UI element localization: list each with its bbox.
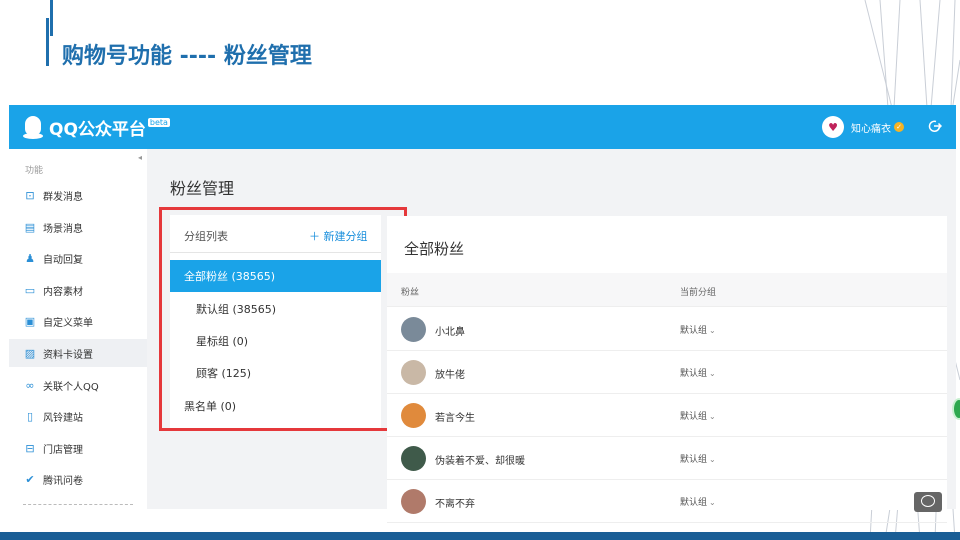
site-builder-icon: ▯	[26, 409, 34, 423]
verified-badge-icon: ✓	[894, 122, 904, 132]
sidebar-item-scene-message[interactable]: ▤ 场景消息	[9, 213, 147, 241]
sidebar-item-label: 腾讯问卷	[43, 475, 83, 487]
table-row[interactable]: 不离不弃 默认组 ⌄	[387, 480, 947, 523]
fan-avatar[interactable]	[401, 446, 426, 471]
sidebar-item-link-qq[interactable]: ∞ 关联个人QQ	[9, 371, 147, 399]
scene-message-icon: ▤	[24, 220, 36, 234]
fan-avatar[interactable]	[401, 360, 426, 385]
highlight-box	[159, 207, 407, 431]
sidebar-item-site-builder[interactable]: ▯ 风铃建站	[9, 402, 147, 430]
sidebar-item-label: 自动回复	[43, 254, 83, 266]
sidebar-item-custom-menu[interactable]: ▣ 自定义菜单	[9, 307, 147, 335]
sidebar-item-profile-card[interactable]: ▨ 资料卡设置	[9, 339, 147, 367]
sidebar-item-survey[interactable]: ✔ 腾讯问卷	[9, 465, 147, 493]
fan-name: 小北鼻	[435, 327, 465, 338]
store-icon: ⊟	[25, 441, 35, 455]
sidebar-item-label: 关联个人QQ	[43, 381, 99, 393]
sidebar-item-label: 门店管理	[43, 444, 83, 456]
chat-bubble-icon	[921, 495, 935, 507]
beta-badge: beta	[147, 118, 170, 127]
chevron-down-icon: ⌄	[709, 412, 716, 421]
fan-group-dropdown[interactable]: 默认组 ⌄	[680, 495, 716, 508]
account-name: 知心痛衣	[851, 123, 891, 135]
slide-title: 购物号功能 ---- 粉丝管理	[62, 44, 312, 69]
link-qq-icon: ∞	[25, 378, 35, 392]
account-avatar[interactable]: ♥	[822, 116, 844, 138]
chevron-down-icon: ⌄	[709, 369, 716, 378]
sidebar-item-label: 风铃建站	[43, 412, 83, 424]
brand-logo[interactable]: QQ公众平台 beta	[23, 115, 170, 140]
sidebar-divider	[23, 504, 133, 505]
logout-icon[interactable]	[928, 119, 942, 133]
fan-name: 不离不弃	[435, 499, 475, 510]
content-material-icon: ▭	[24, 283, 36, 297]
slide-bottom-band	[0, 532, 960, 540]
slide-accent-bar-secondary	[46, 18, 49, 66]
sidebar-item-label: 资料卡设置	[43, 349, 93, 361]
column-header-group: 当前分组	[680, 288, 717, 298]
account-menu[interactable]: ♥ 知心痛衣 ✓	[822, 116, 904, 138]
chat-support-button[interactable]	[914, 492, 942, 512]
fan-avatar[interactable]	[401, 489, 426, 514]
fan-group-value: 默认组	[680, 498, 708, 508]
sidebar-section-title: 功能	[25, 166, 44, 176]
sidebar-item-store[interactable]: ⊟ 门店管理	[9, 434, 147, 462]
profile-card-icon: ▨	[24, 346, 36, 360]
fans-list-panel: 全部粉丝 粉丝 当前分组 小北鼻 默认组 ⌄ 放牛佬 默认组 ⌄ 若言今生 默认组 ⌄…	[387, 216, 947, 523]
floating-green-widget[interactable]	[952, 398, 960, 420]
qq-penguin-icon	[23, 115, 43, 140]
slide-accent-bar	[50, 0, 53, 36]
auto-reply-icon: ♟	[25, 251, 35, 265]
sidebar-item-label: 内容素材	[43, 286, 83, 298]
page-title: 粉丝管理	[170, 179, 235, 198]
chevron-down-icon: ⌄	[709, 326, 716, 335]
fan-group-value: 默认组	[680, 412, 708, 422]
table-row[interactable]: 若言今生 默认组 ⌄	[387, 394, 947, 437]
survey-icon: ✔	[25, 472, 35, 486]
sidebar: ◂ 功能 ⊡ 群发消息 ▤ 场景消息 ♟ 自动回复 ▭ 内容素材 ▣ 自定义菜单…	[9, 149, 147, 509]
chevron-down-icon: ⌄	[709, 455, 716, 464]
chevron-down-icon: ⌄	[709, 498, 716, 507]
top-bar: QQ公众平台 beta ♥ 知心痛衣 ✓	[9, 105, 956, 149]
sidebar-item-content-material[interactable]: ▭ 内容素材	[9, 276, 147, 304]
fan-group-value: 默认组	[680, 455, 708, 465]
sidebar-item-label: 自定义菜单	[43, 317, 93, 329]
sidebar-item-auto-reply[interactable]: ♟ 自动回复	[9, 244, 147, 272]
brand-name: QQ公众平台	[49, 120, 146, 140]
column-header-fan: 粉丝	[401, 288, 420, 298]
table-row[interactable]: 放牛佬 默认组 ⌄	[387, 351, 947, 394]
fan-group-dropdown[interactable]: 默认组 ⌄	[680, 366, 716, 379]
fan-name: 放牛佬	[435, 370, 465, 381]
fan-avatar[interactable]	[401, 317, 426, 342]
collapse-sidebar-icon[interactable]: ◂	[138, 153, 147, 163]
fan-group-dropdown[interactable]: 默认组 ⌄	[680, 452, 716, 465]
fan-name: 若言今生	[435, 413, 475, 424]
fan-group-value: 默认组	[680, 369, 708, 379]
sidebar-item-label: 群发消息	[43, 191, 83, 203]
custom-menu-icon: ▣	[24, 314, 36, 328]
table-row[interactable]: 小北鼻 默认组 ⌄	[387, 308, 947, 351]
fans-list-title: 全部粉丝	[404, 240, 465, 258]
sidebar-item-mass-message[interactable]: ⊡ 群发消息	[9, 181, 147, 209]
fans-table-header: 粉丝 当前分组	[387, 273, 947, 307]
table-row[interactable]: 伪装着不爱、却很暖 默认组 ⌄	[387, 437, 947, 480]
fan-group-value: 默认组	[680, 326, 708, 336]
fan-group-dropdown[interactable]: 默认组 ⌄	[680, 409, 716, 422]
fan-avatar[interactable]	[401, 403, 426, 428]
mass-message-icon: ⊡	[25, 188, 35, 202]
fan-group-dropdown[interactable]: 默认组 ⌄	[680, 323, 716, 336]
sidebar-item-label: 场景消息	[43, 223, 83, 235]
fan-name: 伪装着不爱、却很暖	[435, 456, 525, 467]
